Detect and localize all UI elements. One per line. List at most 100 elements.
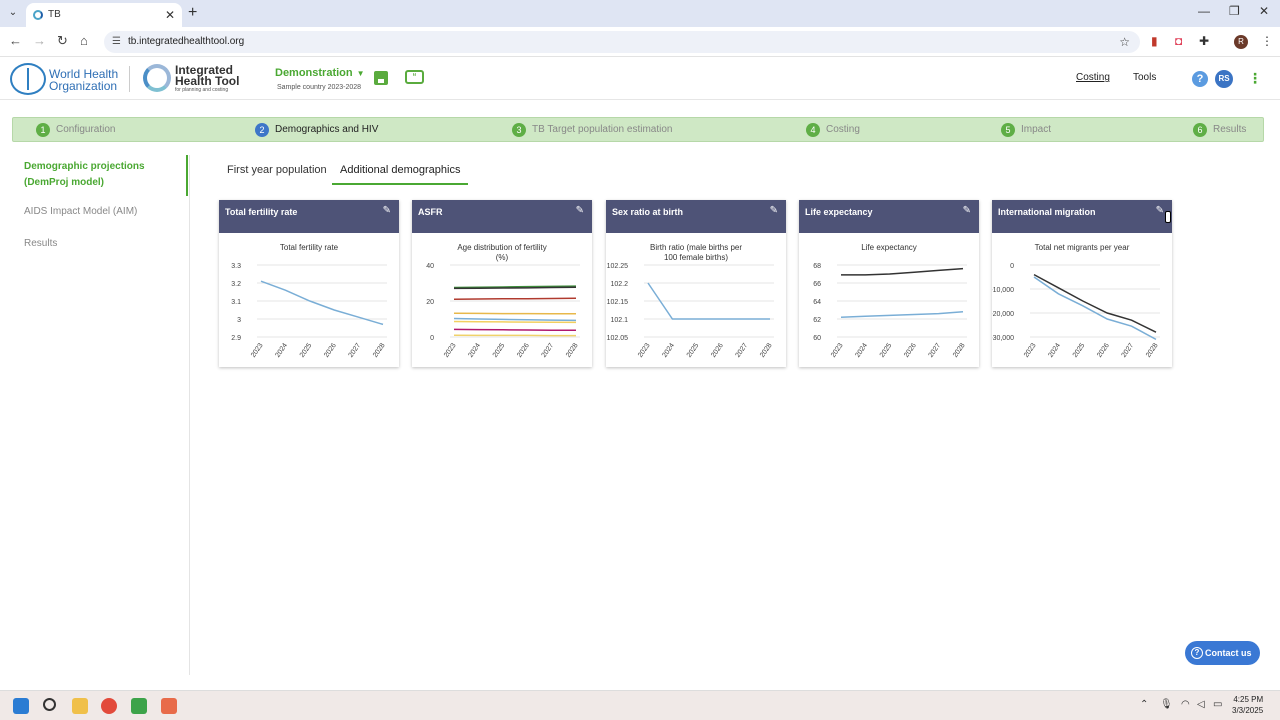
tray-chevron-icon[interactable]: ⌃ [1140,699,1148,710]
pocket-icon[interactable]: ◘ [1175,34,1182,48]
tab-title: TB [48,9,61,20]
card-life-expectancy: Life expectancy ✎ Life expectancy 68 66 64 62… [799,200,979,367]
comment-icon[interactable]: “ [405,70,424,84]
series-line [1033,276,1157,341]
site-info-icon[interactable]: ☰ [112,31,121,53]
series-line [453,328,577,332]
series-line [260,280,384,326]
close-tab-icon[interactable]: ✕ [165,3,175,27]
x-tick-label: 2025 [1072,342,1087,359]
browser-profile-avatar[interactable]: R [1234,35,1248,49]
tab-additional-demographics[interactable]: Additional demographics [332,164,469,185]
tab-first-year-population[interactable]: First year population [227,164,327,176]
tab-search-icon[interactable]: ⌄ [6,6,20,20]
app-orange-icon[interactable] [161,698,177,714]
reload-icon[interactable]: ↻ [57,33,68,49]
scenario-name: Demonstration [275,67,353,79]
card-asfr: ASFR ✎ Age distribution of fertility (%) 40… [412,200,592,367]
edit-pencil-icon[interactable]: ✎ [1156,205,1164,216]
x-tick-label: 2023 [250,342,265,359]
y-tick-label: 64 [813,299,821,306]
close-window-icon[interactable]: ✕ [1259,4,1269,18]
user-avatar[interactable]: RS [1215,70,1233,88]
new-tab-icon[interactable]: + [188,4,197,22]
y-tick-label: 3.3 [231,263,241,270]
search-icon[interactable] [43,698,56,711]
mouse-cursor [1165,211,1171,223]
windows-start-icon[interactable] [13,698,29,714]
help-icon[interactable]: ? [1192,71,1208,87]
x-tick-label: 2024 [274,342,289,359]
who-name: World Health Organization [49,67,119,93]
x-tick-label: 2027 [1121,342,1136,359]
step-tb-target[interactable]: 3 TB Target population estimation [512,122,672,138]
sidebar-item-demproj[interactable]: Demographic projections (DemProj model) [24,159,174,191]
step-number: 2 [255,123,269,137]
y-tick-label: 3 [237,317,241,324]
costing-link[interactable]: Costing [1076,72,1110,83]
card-header: Total fertility rate ✎ [219,200,399,233]
step-results[interactable]: 6 Results [1193,122,1246,138]
edit-pencil-icon[interactable]: ✎ [576,205,584,216]
chrome-icon[interactable] [101,698,117,714]
contact-us-button[interactable]: ? Contact us [1185,641,1260,665]
bookmark-star-icon[interactable]: ☆ [1119,31,1130,53]
edit-pencil-icon[interactable]: ✎ [770,205,778,216]
scenario-dropdown[interactable]: Demonstration ▼ [275,67,365,79]
sidebar-item-aim[interactable]: AIDS Impact Model (AIM) [24,204,174,220]
x-tick-label: 2026 [516,342,531,359]
card-title: Life expectancy [805,207,873,217]
edit-pencil-icon[interactable]: ✎ [383,205,391,216]
browser-menu-icon[interactable]: ⋮ [1261,34,1273,48]
step-label: Configuration [56,124,116,135]
tools-link[interactable]: Tools [1133,72,1156,83]
url-field[interactable]: ☰ tb.integratedhealthtool.org ☆ [104,31,1140,53]
x-tick-label: 2025 [686,342,701,359]
x-tick-label: 2028 [1145,342,1160,359]
chart-title: Total net migrants per year [1035,243,1130,252]
microphone-icon[interactable]: 🎙 [1160,699,1173,710]
home-icon[interactable]: ⌂ [80,33,88,48]
forward-icon[interactable]: → [33,33,46,48]
fertility-chart: Total fertility rate 3.3 3.2 3.1 3 2.9 2023 202… [231,243,387,359]
file-explorer-icon[interactable] [72,698,88,714]
edit-pencil-icon[interactable]: ✎ [963,205,971,216]
active-indicator [186,155,188,196]
x-tick-label: 2025 [299,342,314,359]
card-sex-ratio: Sex ratio at birth ✎ Birth ratio (male bi… [606,200,786,367]
step-costing[interactable]: 4 Costing [806,122,860,138]
series-line [841,267,964,276]
card-international-migration: International migration ✎ Total net migra… [992,200,1172,367]
y-tick-label: 62 [813,317,821,324]
y-tick-label: 68 [813,263,821,270]
step-label: TB Target population estimation [532,124,673,135]
save-icon[interactable] [374,71,388,85]
step-demographics[interactable]: 2 Demographics and HIV [255,122,378,138]
sidebar-item-results[interactable]: Results [24,236,174,252]
battery-icon[interactable]: ▭ [1213,699,1222,710]
app-header: World Health Organization Integrated Hea… [0,58,1280,100]
card-title: Total fertility rate [225,207,298,217]
x-tick-label: 2026 [710,342,725,359]
card-header: Sex ratio at birth ✎ [606,200,786,233]
app-green-icon[interactable] [131,698,147,714]
browser-tab[interactable]: TB ✕ [26,3,182,27]
extensions-puzzle-icon[interactable]: ✚ [1199,34,1209,48]
x-tick-label: 2027 [348,342,363,359]
y-tick-label: 60 [813,335,821,342]
step-label: Costing [826,124,860,135]
x-tick-label: 2025 [879,342,894,359]
extension-icon[interactable]: ▮ [1151,34,1158,48]
step-impact[interactable]: 5 Impact [1001,122,1051,138]
wifi-icon[interactable]: ◠ [1181,699,1190,710]
app-menu-icon[interactable]: ⋮ [1248,70,1262,87]
minimize-icon[interactable]: — [1198,4,1210,18]
iht-subtitle: for planning and costing [175,87,229,93]
system-clock[interactable]: 4:25 PM 3/3/2025 [1232,694,1263,716]
x-tick-label: 2024 [1047,342,1062,359]
clock-date: 3/3/2025 [1232,706,1264,715]
back-icon[interactable]: ← [9,33,22,48]
step-configuration[interactable]: 1 Configuration [36,122,115,138]
restore-icon[interactable]: ❐ [1229,4,1240,18]
volume-icon[interactable]: ◁ [1197,699,1205,710]
